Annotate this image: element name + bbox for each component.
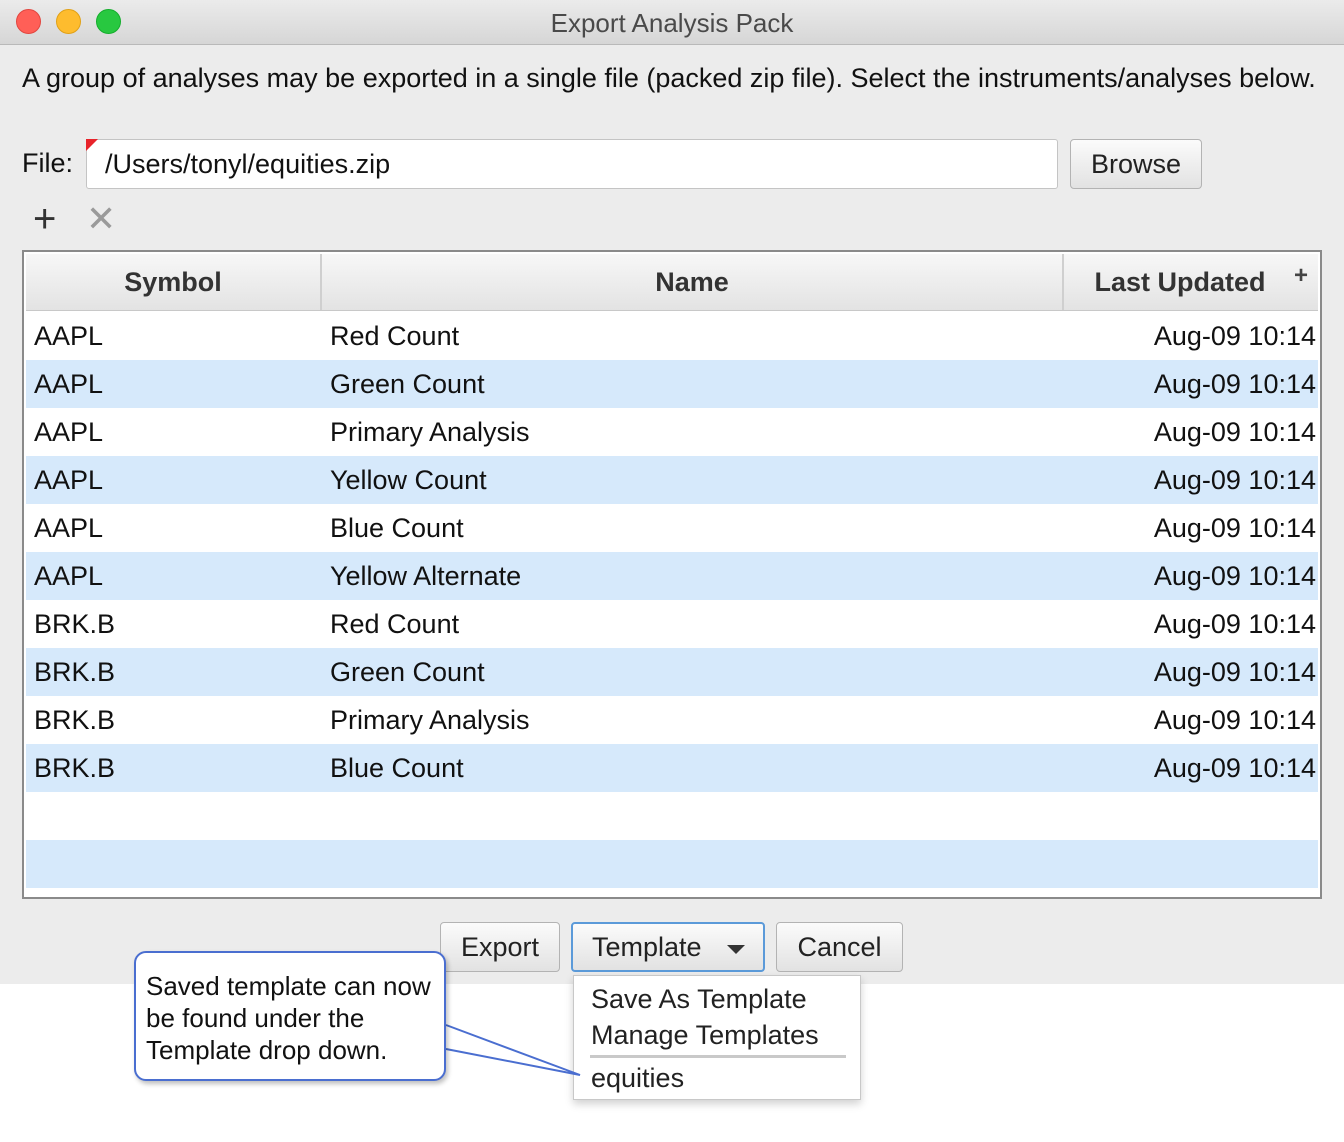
export-button[interactable]: Export (440, 922, 560, 972)
table-row[interactable]: BRK.B Primary Analysis Aug-09 10:14 (26, 696, 1318, 744)
cell-name: Green Count (330, 657, 485, 687)
analyses-table: Symbol Name Last Updated + AAPL Red Count… (22, 250, 1322, 899)
cell-last-updated: Aug-09 10:14 (1153, 417, 1316, 447)
table-row[interactable] (26, 792, 1318, 840)
table-header: Symbol Name Last Updated + (26, 254, 1318, 311)
close-icon[interactable]: ✕ (86, 199, 116, 239)
template-menu: Save As Template Manage Templates equiti… (573, 975, 861, 1100)
validation-flag-icon (86, 139, 98, 151)
cell-symbol: AAPL (34, 369, 104, 399)
cell-symbol: AAPL (34, 465, 104, 495)
title-bar: Export Analysis Pack (0, 0, 1344, 45)
table-row[interactable]: AAPL Yellow Count Aug-09 10:14 (26, 456, 1318, 504)
menu-item-save-as-template[interactable]: Save As Template (591, 984, 807, 1015)
table-row[interactable]: AAPL Green Count Aug-09 10:14 (26, 360, 1318, 408)
file-label: File: (22, 148, 74, 178)
cell-name: Red Count (330, 321, 460, 351)
cell-last-updated: Aug-09 10:14 (1153, 561, 1316, 591)
cell-last-updated: Aug-09 10:14 (1153, 705, 1316, 735)
template-dropdown-button[interactable]: Template (571, 922, 765, 972)
description-text: A group of analyses may be exported in a… (22, 63, 1316, 93)
cell-last-updated: Aug-09 10:14 (1153, 321, 1316, 351)
callout-note: Saved template can now be found under th… (134, 951, 446, 1081)
cell-symbol: BRK.B (34, 753, 116, 783)
cancel-button[interactable]: Cancel (776, 922, 903, 972)
table-row[interactable]: AAPL Primary Analysis Aug-09 10:14 (26, 408, 1318, 456)
cell-last-updated: Aug-09 10:14 (1153, 513, 1316, 543)
cell-last-updated: Aug-09 10:14 (1153, 465, 1316, 495)
cell-name: Primary Analysis (330, 417, 530, 447)
cell-symbol: BRK.B (34, 705, 116, 735)
cell-last-updated: Aug-09 10:14 (1153, 753, 1316, 783)
export-dialog: Export Analysis Pack A group of analyses… (0, 0, 1344, 984)
table-row[interactable] (26, 840, 1318, 888)
cell-name: Green Count (330, 369, 485, 399)
cell-symbol: BRK.B (34, 609, 116, 639)
table-row[interactable]: BRK.B Blue Count Aug-09 10:14 (26, 744, 1318, 792)
table-row[interactable]: BRK.B Green Count Aug-09 10:14 (26, 648, 1318, 696)
column-header-last-updated[interactable]: Last Updated (1064, 254, 1296, 310)
template-button-label: Template (592, 931, 702, 962)
cell-name: Primary Analysis (330, 705, 530, 735)
plus-icon[interactable]: + (33, 199, 56, 239)
cell-last-updated: Aug-09 10:14 (1153, 369, 1316, 399)
cell-name: Blue Count (330, 513, 464, 543)
column-header-symbol[interactable]: Symbol (26, 254, 322, 310)
table-row[interactable]: AAPL Yellow Alternate Aug-09 10:14 (26, 552, 1318, 600)
cell-symbol: AAPL (34, 417, 104, 447)
table-row[interactable]: BRK.B Red Count Aug-09 10:14 (26, 600, 1318, 648)
cell-last-updated: Aug-09 10:14 (1153, 609, 1316, 639)
cell-last-updated: Aug-09 10:14 (1153, 657, 1316, 687)
cell-symbol: BRK.B (34, 657, 116, 687)
browse-button[interactable]: Browse (1070, 139, 1202, 189)
cell-symbol: AAPL (34, 513, 104, 543)
column-header-name[interactable]: Name (322, 254, 1064, 310)
add-column-icon[interactable]: + (1294, 262, 1308, 290)
cell-name: Blue Count (330, 753, 464, 783)
cell-symbol: AAPL (34, 321, 104, 351)
file-path-input[interactable] (86, 139, 1058, 189)
table-row[interactable]: AAPL Blue Count Aug-09 10:14 (26, 504, 1318, 552)
window-title: Export Analysis Pack (550, 8, 794, 38)
table-body: AAPL Red Count Aug-09 10:14 AAPL Green Count… (26, 312, 1318, 888)
cell-name: Red Count (330, 609, 460, 639)
menu-item-saved-template[interactable]: equities (591, 1063, 684, 1094)
cell-name: Yellow Alternate (330, 561, 522, 591)
menu-separator (590, 1055, 846, 1058)
cell-symbol: AAPL (34, 561, 104, 591)
chevron-down-icon (727, 945, 745, 954)
table-row[interactable]: AAPL Red Count Aug-09 10:14 (26, 312, 1318, 360)
cell-name: Yellow Count (330, 465, 487, 495)
menu-item-manage-templates[interactable]: Manage Templates (591, 1020, 819, 1051)
